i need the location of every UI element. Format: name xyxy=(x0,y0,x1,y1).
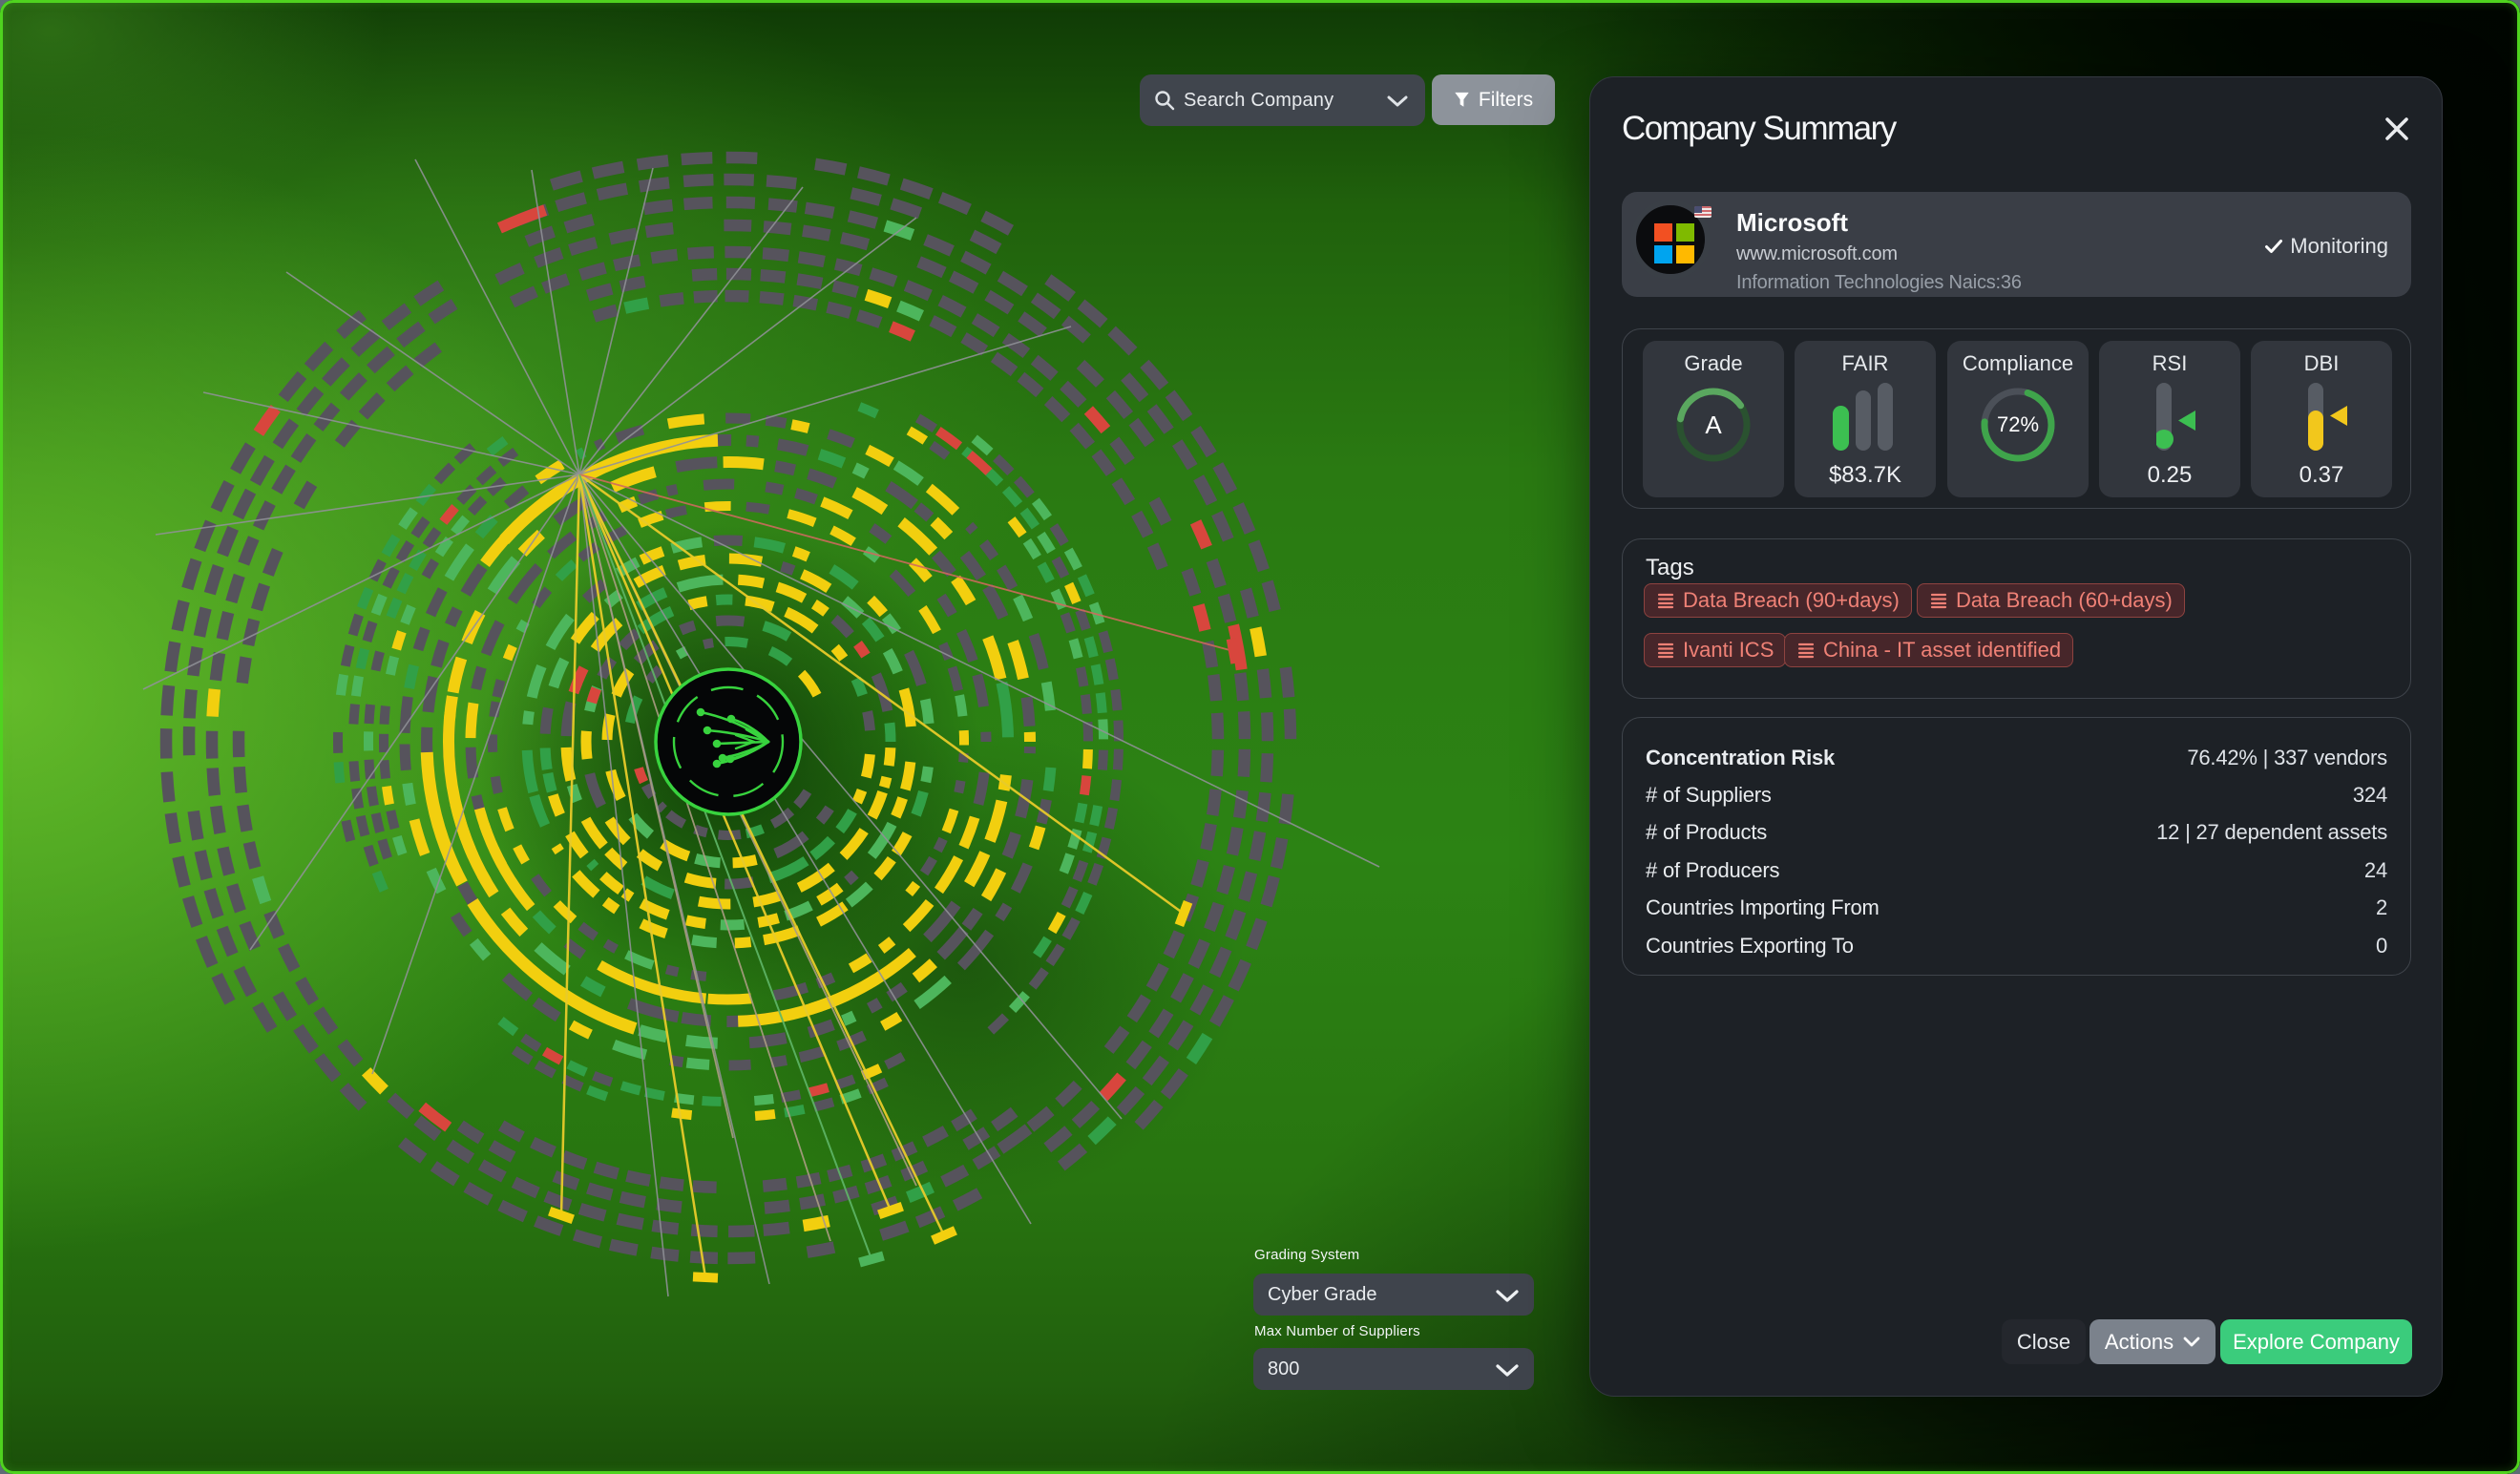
svg-text:72%: 72% xyxy=(1997,412,2039,436)
svg-text:A: A xyxy=(1705,411,1722,439)
